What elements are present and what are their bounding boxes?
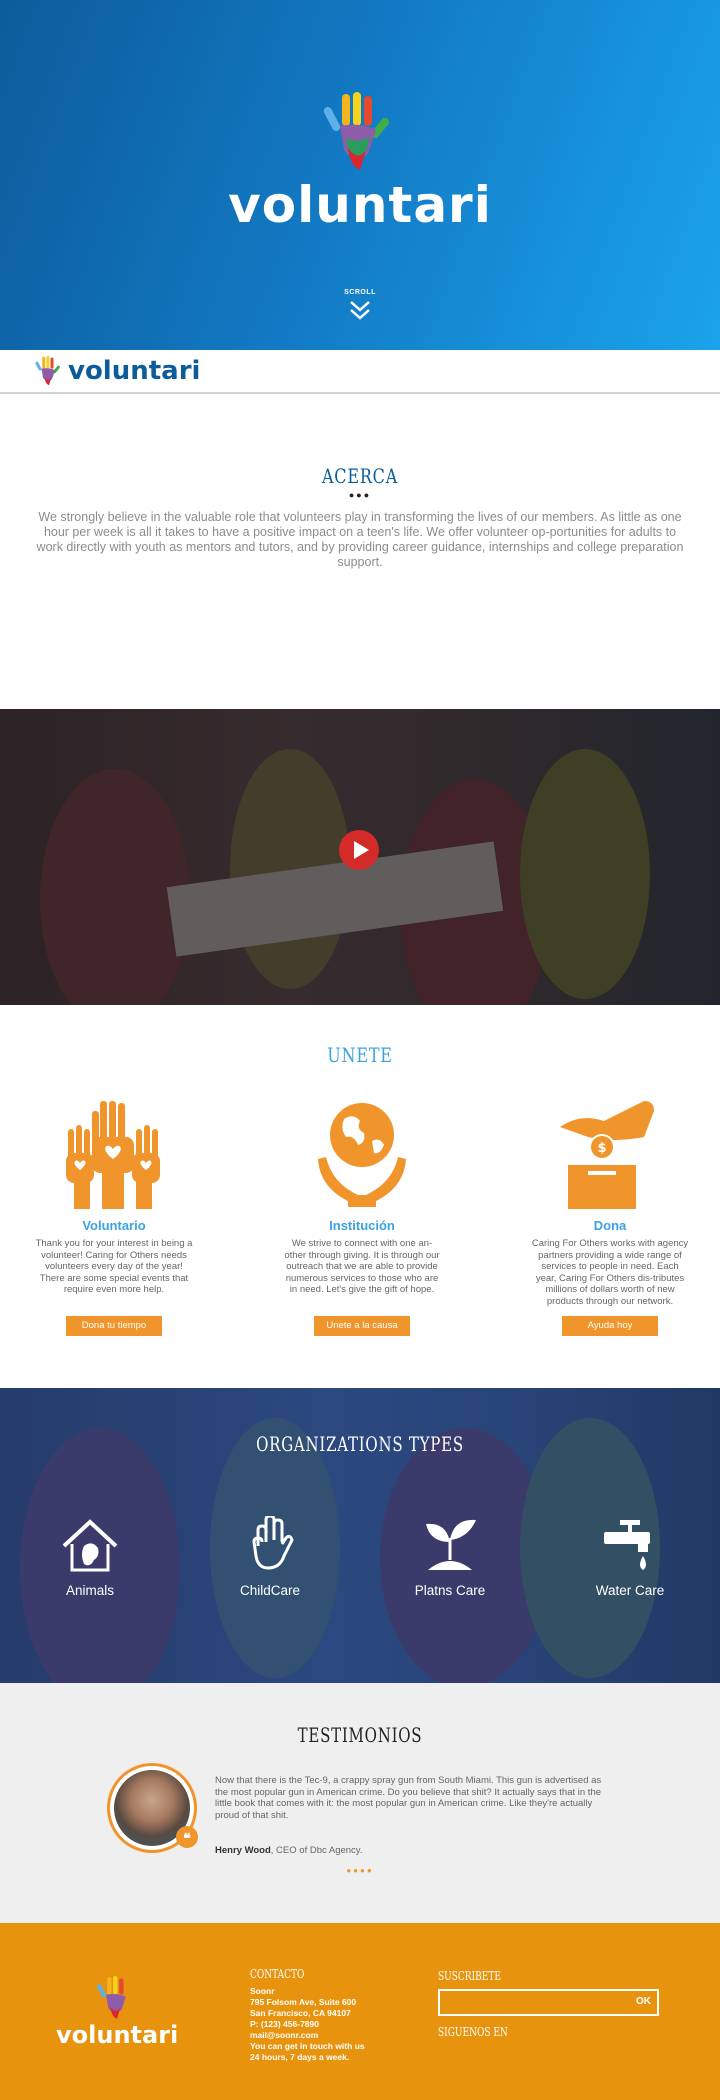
contact-line: You can get in touch with us bbox=[250, 2041, 365, 2051]
colorful-hand-icon bbox=[323, 92, 390, 170]
org-label: Water Care bbox=[595, 1583, 665, 1598]
card-institution: Institución We strive to connect with on… bbox=[282, 1091, 442, 1336]
contact-line: P: (123) 456-7890 bbox=[250, 2019, 319, 2029]
donation-box-icon: $ bbox=[560, 1101, 654, 1209]
follow-title: SIGUENOS EN bbox=[438, 2025, 508, 2039]
card-text: Thank you for your interest in being a v… bbox=[35, 1238, 193, 1295]
about-text: We strongly believe in the valuable role… bbox=[36, 510, 684, 569]
org-childcare[interactable]: ChildCare bbox=[180, 1516, 360, 1598]
quote-icon: ❝ bbox=[176, 1826, 198, 1848]
about-title: ACERCA bbox=[321, 464, 399, 488]
top-navbar: voluntari bbox=[0, 350, 720, 394]
footer-brand: voluntari bbox=[56, 2021, 179, 2049]
animal-shelter-icon bbox=[62, 1519, 118, 1572]
scroll-label: SCROLL bbox=[344, 289, 376, 296]
subscribe-ok-button[interactable]: OK bbox=[636, 1996, 651, 2007]
contact-line: 795 Folsom Ave, Suite 600 bbox=[250, 1997, 357, 2007]
raised-hands-hearts-icon bbox=[66, 1101, 160, 1209]
card-text: We strive to connect with one an-other t… bbox=[284, 1238, 440, 1295]
org-plants-care[interactable]: Platns Care bbox=[360, 1516, 540, 1598]
join-title: UNETE bbox=[327, 1043, 393, 1067]
subscribe-email-input[interactable] bbox=[440, 1991, 620, 2014]
plant-sprout-icon bbox=[426, 1519, 476, 1570]
card-volunteer: Voluntario Thank you for your interest i… bbox=[34, 1091, 194, 1336]
join-section: UNETE Voluntario Thank you for your inte… bbox=[0, 1005, 720, 1388]
author-role: , CEO of Dbc Agency. bbox=[270, 1845, 363, 1856]
org-water-care[interactable]: Water Care bbox=[540, 1516, 720, 1598]
org-label: Platns Care bbox=[414, 1583, 486, 1598]
contact-email[interactable]: mail@soonr.com bbox=[250, 2030, 365, 2041]
footer-logo: voluntari bbox=[56, 1975, 178, 2049]
raised-hand-icon bbox=[252, 1516, 294, 1570]
hero-section: voluntari SCROLL bbox=[0, 0, 720, 350]
org-animals[interactable]: Animals bbox=[0, 1516, 180, 1598]
org-label: ChildCare bbox=[239, 1583, 301, 1598]
donate-time-button[interactable]: Dona tu tiempo bbox=[66, 1316, 162, 1336]
double-chevron-down-icon bbox=[350, 301, 370, 320]
author-name: Henry Wood bbox=[215, 1845, 271, 1856]
testimonial-avatar: ❝ bbox=[107, 1763, 198, 1853]
hero-logo: voluntari bbox=[0, 92, 720, 234]
contact-title: CONTACTO bbox=[250, 1967, 305, 1981]
nav-brand[interactable]: voluntari bbox=[68, 356, 200, 386]
testimonials-section: TESTIMONIOS ❝ Now that there is the Tec-… bbox=[0, 1683, 720, 1923]
card-title: Voluntario bbox=[82, 1218, 146, 1233]
subscribe-box: OK bbox=[438, 1989, 659, 2016]
testimonial-pager[interactable]: ●●●● bbox=[0, 1866, 720, 1875]
hero-brand: voluntari bbox=[228, 176, 492, 234]
play-video-icon[interactable] bbox=[338, 829, 380, 871]
contact-line: 24 hours, 7 days a week. bbox=[250, 2052, 350, 2062]
video-section bbox=[0, 709, 720, 1005]
svg-text:$: $ bbox=[597, 1141, 606, 1156]
contact-line: Soonr bbox=[250, 1986, 275, 1996]
contact-line: San Francisco, CA 94107 bbox=[250, 2008, 351, 2018]
card-donate: $ Dona Caring For Others works with agen… bbox=[530, 1091, 690, 1336]
org-label: Animals bbox=[65, 1583, 114, 1598]
nav-logo-icon[interactable] bbox=[34, 355, 64, 387]
about-section: ACERCA ●●● We strongly believe in the va… bbox=[0, 394, 720, 709]
card-text: Caring For Others works with agency part… bbox=[531, 1238, 689, 1307]
card-title: Dona bbox=[593, 1218, 627, 1233]
scroll-indicator[interactable]: SCROLL bbox=[0, 289, 720, 321]
title-dots: ●●● bbox=[348, 490, 372, 500]
footer: voluntari CONTACTO Soonr 795 Folsom Ave,… bbox=[0, 1923, 720, 2100]
join-cause-button[interactable]: Unete a la causa bbox=[314, 1316, 410, 1336]
footer-contact: CONTACTO Soonr 795 Folsom Ave, Suite 600… bbox=[250, 1967, 365, 2063]
hands-globe-icon bbox=[318, 1103, 406, 1207]
org-types-title: ORGANIZATIONS TYPES bbox=[256, 1432, 464, 1456]
card-title: Institución bbox=[329, 1218, 395, 1233]
water-tap-icon bbox=[604, 1520, 650, 1570]
subscribe-title: SUSCRIBETE bbox=[438, 1969, 501, 1983]
footer-subscribe: SUSCRIBETE OK SIGUENOS EN bbox=[438, 1969, 659, 2045]
footer-hand-icon bbox=[97, 1976, 126, 2019]
organization-types-section: ORGANIZATIONS TYPES Animals ChildCare Pl… bbox=[0, 1388, 720, 1683]
testimonial-quote: Now that there is the Tec-9, a crappy sp… bbox=[215, 1775, 602, 1821]
testimonials-title: TESTIMONIOS bbox=[297, 1723, 423, 1747]
help-today-button[interactable]: Ayuda hoy bbox=[562, 1316, 658, 1336]
testimonial-author: Henry Wood, CEO of Dbc Agency. bbox=[215, 1845, 362, 1856]
